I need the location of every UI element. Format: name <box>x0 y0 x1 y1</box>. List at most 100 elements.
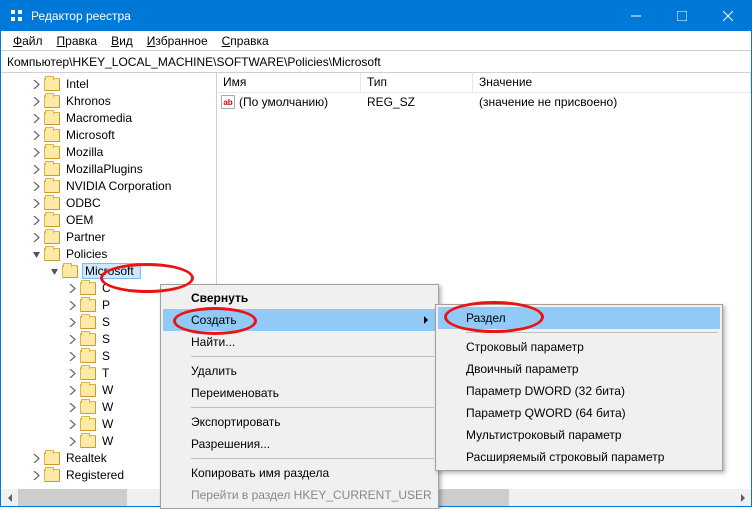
close-button[interactable] <box>705 1 751 31</box>
folder-icon <box>44 452 60 465</box>
chevron-right-icon[interactable] <box>31 130 42 141</box>
folder-icon <box>80 350 96 363</box>
chevron-right-icon[interactable] <box>67 402 78 413</box>
tree-node[interactable]: Mozilla <box>31 144 216 160</box>
ctx-collapse[interactable]: Свернуть <box>163 287 436 309</box>
chevron-right-icon[interactable] <box>31 147 42 158</box>
tree-node[interactable]: Microsoft <box>31 263 216 279</box>
tree-node[interactable]: ODBC <box>31 195 216 211</box>
col-value[interactable]: Значение <box>473 73 751 92</box>
tree-node[interactable]: Intel <box>31 76 216 92</box>
chevron-right-icon[interactable] <box>31 198 42 209</box>
chevron-right-icon[interactable] <box>31 453 42 464</box>
tree-node-label: S <box>100 332 112 346</box>
tree-node[interactable]: Partner <box>31 229 216 245</box>
folder-icon <box>62 265 78 278</box>
tree-node-label: ODBC <box>64 196 103 210</box>
chevron-right-icon[interactable] <box>31 113 42 124</box>
menu-favorites[interactable]: Избранное <box>141 32 214 50</box>
titlebar: Редактор реестра <box>1 1 751 31</box>
maximize-button[interactable] <box>659 1 705 31</box>
folder-icon <box>44 214 60 227</box>
tree-node[interactable]: Macromedia <box>31 110 216 126</box>
ctx-export[interactable]: Экспортировать <box>163 411 436 433</box>
sub-dword[interactable]: Параметр DWORD (32 бита) <box>438 380 720 402</box>
chevron-right-icon[interactable] <box>31 181 42 192</box>
chevron-right-icon[interactable] <box>31 215 42 226</box>
folder-icon <box>44 112 60 125</box>
sub-expand[interactable]: Расширяемый строковый параметр <box>438 446 720 468</box>
tree-node[interactable]: MozillaPlugins <box>31 161 216 177</box>
tree-node-label: Partner <box>64 230 107 244</box>
tree-node-label: P <box>100 298 112 312</box>
ctx-rename[interactable]: Переименовать <box>163 382 436 404</box>
sub-string[interactable]: Строковый параметр <box>438 336 720 358</box>
folder-icon <box>80 333 96 346</box>
chevron-right-icon[interactable] <box>67 317 78 328</box>
value-type: REG_SZ <box>361 95 473 109</box>
menu-view[interactable]: Вид <box>105 32 139 50</box>
sub-key[interactable]: Раздел <box>438 307 720 329</box>
ctx-create[interactable]: Создать <box>163 309 436 331</box>
chevron-right-icon[interactable] <box>31 96 42 107</box>
tree-node-label: T <box>100 366 111 380</box>
ctx-find[interactable]: Найти... <box>163 331 436 353</box>
chevron-right-icon[interactable] <box>31 164 42 175</box>
menu-file[interactable]: Файл <box>7 32 49 50</box>
chevron-right-icon[interactable] <box>67 368 78 379</box>
tree-node-label: W <box>100 417 115 431</box>
tree-node-label: S <box>100 315 112 329</box>
chevron-right-icon[interactable] <box>67 283 78 294</box>
sub-qword[interactable]: Параметр QWORD (64 бита) <box>438 402 720 424</box>
sub-multi[interactable]: Мультистроковый параметр <box>438 424 720 446</box>
value-name: (По умолчанию) <box>239 95 328 109</box>
ctx-goto-hkcu[interactable]: Перейти в раздел HKEY_CURRENT_USER <box>163 484 436 506</box>
chevron-right-icon[interactable] <box>67 334 78 345</box>
chevron-right-icon[interactable] <box>67 436 78 447</box>
folder-icon <box>44 231 60 244</box>
context-menu: Свернуть Создать Найти... Удалить Переим… <box>160 284 439 509</box>
tree-node-label: Policies <box>64 247 109 261</box>
chevron-right-icon[interactable] <box>31 470 42 481</box>
chevron-right-icon[interactable] <box>67 351 78 362</box>
chevron-right-icon[interactable] <box>31 79 42 90</box>
menu-help[interactable]: Справка <box>216 32 275 50</box>
minimize-button[interactable] <box>613 1 659 31</box>
col-type[interactable]: Тип <box>361 73 473 92</box>
chevron-right-icon[interactable] <box>31 232 42 243</box>
tree-node[interactable]: Microsoft <box>31 127 216 143</box>
folder-icon <box>80 418 96 431</box>
menu-edit[interactable]: Правка <box>51 32 104 50</box>
chevron-down-icon[interactable] <box>49 266 60 277</box>
tree-node-label: W <box>100 434 115 448</box>
ctx-copyname[interactable]: Копировать имя раздела <box>163 462 436 484</box>
chevron-right-icon[interactable] <box>67 385 78 396</box>
folder-icon <box>44 95 60 108</box>
folder-icon <box>44 180 60 193</box>
ctx-permissions[interactable]: Разрешения... <box>163 433 436 455</box>
folder-icon <box>80 384 96 397</box>
value-data: (значение не присвоено) <box>473 95 751 109</box>
chevron-down-icon[interactable] <box>31 249 42 260</box>
string-value-icon: ab <box>221 95 235 109</box>
tree-node[interactable]: NVIDIA Corporation <box>31 178 216 194</box>
ctx-delete[interactable]: Удалить <box>163 360 436 382</box>
chevron-right-icon[interactable] <box>67 300 78 311</box>
address-bar[interactable]: Компьютер\HKEY_LOCAL_MACHINE\SOFTWARE\Po… <box>1 51 751 73</box>
tree-node[interactable]: Policies <box>31 246 216 262</box>
tree-node-label: OEM <box>64 213 95 227</box>
folder-icon <box>80 282 96 295</box>
sub-binary[interactable]: Двоичный параметр <box>438 358 720 380</box>
value-row[interactable]: ab (По умолчанию) REG_SZ (значение не при… <box>217 93 751 111</box>
separator <box>191 356 434 357</box>
tree-node-label: W <box>100 383 115 397</box>
tree-node[interactable]: Khronos <box>31 93 216 109</box>
tree-node[interactable]: OEM <box>31 212 216 228</box>
separator <box>191 458 434 459</box>
folder-icon <box>80 401 96 414</box>
col-name[interactable]: Имя <box>217 73 361 92</box>
tree-node-label: Khronos <box>64 94 113 108</box>
folder-icon <box>80 299 96 312</box>
chevron-right-icon[interactable] <box>67 419 78 430</box>
tree-node-label: Microsoft <box>64 128 117 142</box>
